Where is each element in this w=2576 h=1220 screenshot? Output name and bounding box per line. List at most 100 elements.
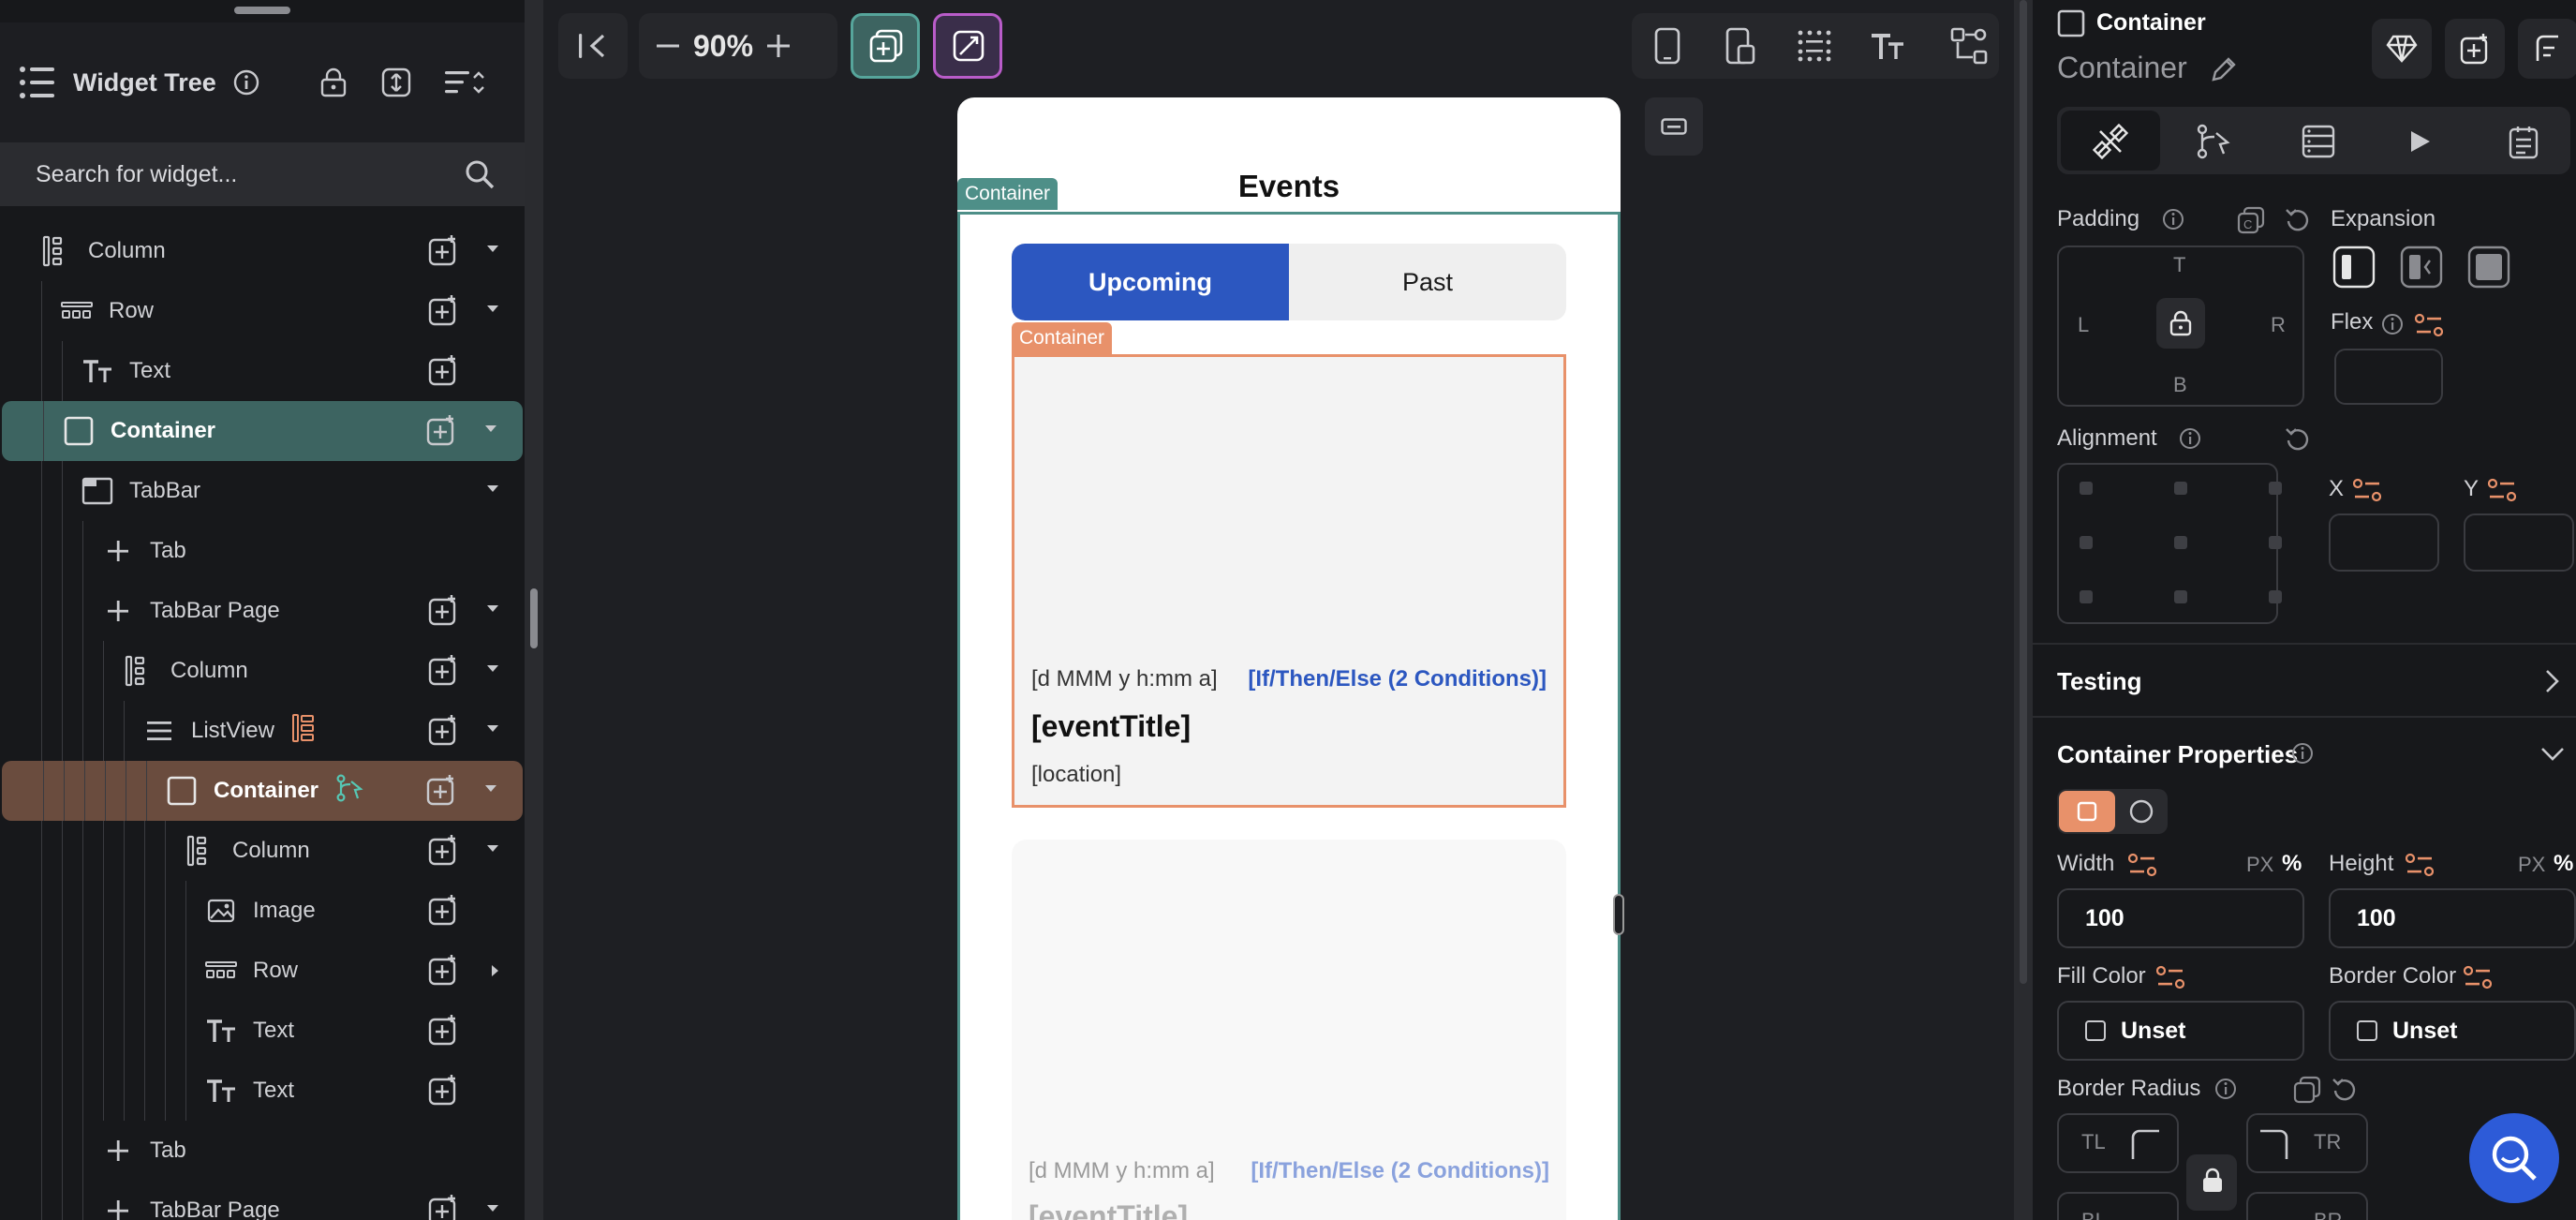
fill-color-picker[interactable]: Unset [2057, 1001, 2304, 1061]
text-size-icon[interactable] [1870, 31, 1905, 61]
panel-drag-handle[interactable] [234, 7, 290, 14]
chevron-right-icon[interactable] [2542, 667, 2563, 695]
tree-item[interactable]: TabBar Page [0, 581, 525, 641]
variable-binding-icon[interactable] [2464, 965, 2492, 989]
sort-filter-icon[interactable] [444, 68, 484, 97]
add-child-icon[interactable] [427, 834, 459, 872]
phone-icon[interactable] [1654, 27, 1680, 65]
caret-right-icon[interactable] [492, 965, 498, 976]
backend-query-icon[interactable] [2301, 124, 2336, 159]
tree-item[interactable]: Row [0, 281, 525, 341]
padding-right[interactable]: R [2271, 313, 2286, 337]
premium-button[interactable] [2372, 19, 2432, 79]
expansion-flex-icon[interactable] [2467, 245, 2510, 289]
copy-icon[interactable] [2293, 1076, 2321, 1104]
caret-down-icon[interactable] [487, 725, 498, 732]
tree-item[interactable]: Column [0, 641, 525, 701]
tree-item[interactable]: Tab [0, 521, 525, 581]
caret-down-icon[interactable] [487, 305, 498, 312]
caret-down-icon[interactable] [487, 1205, 498, 1212]
width-input[interactable]: 100 [2057, 888, 2304, 948]
variable-binding-icon[interactable] [2156, 965, 2184, 989]
tree-list-icon[interactable] [19, 66, 56, 99]
caret-down-icon[interactable] [485, 425, 496, 432]
reset-icon[interactable] [2284, 206, 2312, 234]
left-panel-scrollbar[interactable] [525, 0, 543, 1220]
align-top-right[interactable] [2269, 482, 2282, 495]
tree-item[interactable]: Container [2, 401, 523, 461]
variable-binding-icon[interactable] [2415, 313, 2443, 337]
align-x-input[interactable] [2329, 513, 2439, 572]
add-child-icon[interactable] [427, 894, 459, 932]
info-icon[interactable] [2381, 313, 2404, 335]
add-child-icon[interactable] [427, 234, 459, 273]
align-y-input[interactable] [2464, 513, 2574, 572]
info-icon[interactable] [2179, 427, 2201, 450]
add-child-icon[interactable] [427, 1014, 459, 1052]
add-child-icon[interactable] [425, 774, 457, 812]
documentation-icon[interactable] [2507, 124, 2542, 159]
expand-collapse-icon[interactable] [381, 67, 411, 97]
add-widget-button[interactable] [851, 13, 920, 79]
widget-code-button[interactable] [2518, 19, 2576, 79]
info-icon[interactable] [2162, 208, 2184, 231]
expansion-fit-icon[interactable] [2332, 245, 2376, 289]
tab-upcoming[interactable]: Upcoming [1012, 244, 1289, 320]
height-unit-percent[interactable]: % [2554, 851, 2573, 877]
expansion-expand-icon[interactable] [2400, 245, 2443, 289]
phone-resize-handle[interactable] [1613, 894, 1624, 935]
right-scrollbar-thumb[interactable] [2020, 0, 2027, 984]
width-unit-px[interactable]: PX [2246, 853, 2273, 877]
search-icon[interactable] [465, 159, 495, 189]
ai-gen-button[interactable] [933, 13, 1002, 79]
tree-item[interactable]: Text [0, 341, 525, 401]
border-color-picker[interactable]: Unset [2329, 1001, 2576, 1061]
caret-down-icon[interactable] [487, 485, 498, 492]
align-center-right[interactable] [2269, 536, 2282, 549]
widget-search-input[interactable] [36, 160, 448, 188]
variable-binding-icon[interactable] [2488, 478, 2516, 502]
testing-section-label[interactable]: Testing [2057, 667, 2142, 696]
zoom-out-icon[interactable] [656, 34, 680, 58]
device-frame-icon[interactable] [1950, 27, 1988, 65]
reset-icon[interactable] [2331, 1076, 2359, 1104]
add-child-icon[interactable] [427, 1194, 459, 1220]
add-child-icon[interactable] [427, 714, 459, 752]
reset-icon[interactable] [2284, 425, 2312, 454]
padding-left[interactable]: L [2078, 313, 2089, 337]
tree-item[interactable]: ListView [0, 701, 525, 761]
play-icon[interactable] [2406, 127, 2434, 156]
add-child-button[interactable] [2445, 19, 2505, 79]
caret-down-icon[interactable] [487, 245, 498, 252]
info-icon[interactable] [233, 69, 259, 96]
event-card-2[interactable]: [d MMM y h:mm a] [If/Then/Else (2 Condit… [1012, 840, 1566, 1220]
chevron-down-icon[interactable] [2539, 744, 2567, 765]
align-top-center[interactable] [2174, 482, 2187, 495]
add-child-icon[interactable] [427, 954, 459, 992]
info-icon[interactable] [2291, 742, 2314, 765]
shape-rectangle-button[interactable] [2059, 791, 2115, 832]
circle-icon[interactable] [2128, 798, 2154, 825]
tree-item[interactable]: Column [0, 221, 525, 281]
tree-item[interactable]: Text [0, 1061, 525, 1121]
caret-down-icon[interactable] [487, 605, 498, 612]
add-child-icon[interactable] [427, 294, 459, 333]
tree-item[interactable]: Column [0, 821, 525, 881]
padding-bottom[interactable]: B [2173, 373, 2187, 397]
padding-top[interactable]: T [2173, 253, 2185, 277]
align-center-left[interactable] [2080, 536, 2093, 549]
widget-name[interactable]: Container [2057, 51, 2187, 85]
align-top-left[interactable] [2080, 482, 2093, 495]
align-bottom-right[interactable] [2269, 590, 2282, 603]
height-input[interactable]: 100 [2329, 888, 2576, 948]
canvas-float-button[interactable] [1645, 97, 1703, 156]
height-unit-px[interactable]: PX [2518, 853, 2545, 877]
info-icon[interactable] [2214, 1078, 2237, 1100]
collapse-panel-button[interactable] [558, 13, 628, 79]
tablet-icon[interactable] [1725, 27, 1755, 65]
align-bottom-left[interactable] [2080, 590, 2093, 603]
flex-input[interactable] [2334, 349, 2443, 405]
radius-bottom-left-input[interactable] [2057, 1192, 2179, 1220]
add-child-icon[interactable] [427, 594, 459, 632]
action-branch-icon[interactable] [335, 773, 363, 809]
